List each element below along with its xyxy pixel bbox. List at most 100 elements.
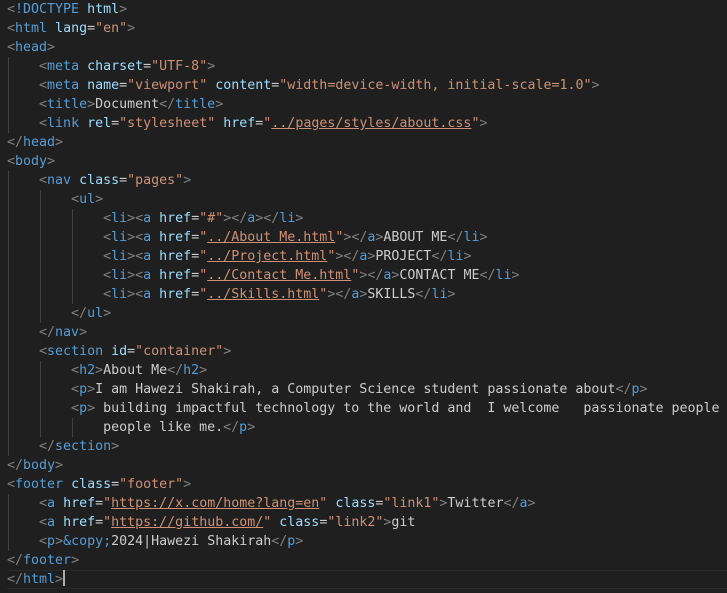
tag-name-token: li [111, 287, 128, 302]
bracket-token: > [479, 230, 488, 245]
bracket-token: ></ [335, 249, 360, 264]
bracket-token: </ [615, 382, 632, 397]
code-line[interactable]: <p>&copy;2024|Hawezi Shakirah</p> [7, 532, 303, 551]
string-token: "#" [199, 211, 224, 226]
code-line-content: <li><a href="../Project.html"></a>PROJEC… [7, 249, 471, 264]
bracket-token: </ [431, 249, 448, 264]
code-line-content: <p>I am Hawezi Shakirah, a Computer Scie… [7, 382, 648, 397]
code-line[interactable]: <link rel="stylesheet" href="../pages/st… [7, 114, 487, 133]
text-token: people like me. [7, 420, 224, 435]
code-line-content: <body> [7, 154, 55, 169]
bracket-token: < [7, 21, 16, 36]
bracket-token: </ [447, 230, 464, 245]
string-token: " [103, 496, 112, 511]
attribute-token: href [63, 515, 96, 530]
code-line[interactable]: <li><a href="../About Me.html"></a>ABOUT… [7, 228, 487, 247]
tag-name-token: p [79, 382, 88, 397]
bracket-token: </ [503, 496, 520, 511]
code-line[interactable]: <body> [7, 152, 55, 171]
bracket-token: > [639, 382, 648, 397]
tag-name-token: footer [15, 477, 64, 492]
string-token: "pages" [127, 173, 184, 188]
tag-name-token: li [111, 268, 128, 283]
tag-name-token: li [447, 249, 464, 264]
code-line[interactable]: </section> [7, 437, 119, 456]
bracket-token: >< [127, 230, 144, 245]
code-line-content: <section id="container"> [7, 344, 231, 359]
code-line[interactable]: people like me.</p> [7, 418, 255, 437]
code-line[interactable]: <meta name="viewport" content="width=dev… [7, 76, 599, 95]
equals-token: = [119, 173, 128, 188]
attribute-token: class [335, 496, 376, 511]
bracket-token: > [183, 173, 192, 188]
code-line[interactable]: <li><a href="#"></a></li> [7, 209, 303, 228]
bracket-token: > [295, 211, 304, 226]
tag-name-token: li [495, 268, 512, 283]
text-token: I am Hawezi Shakirah, a Computer Science… [95, 382, 616, 397]
code-line[interactable]: <li><a href="../Skills.html"></a>SKILLS<… [7, 285, 455, 304]
code-line[interactable]: <nav class="pages"> [7, 171, 191, 190]
code-line[interactable]: <p> building impactful technology to the… [7, 399, 719, 418]
text-token: Document [95, 97, 160, 112]
bracket-token: < [39, 78, 48, 93]
bracket-token: < [7, 477, 16, 492]
code-line[interactable]: </body> [7, 456, 63, 475]
code-line[interactable]: <a href="https://github.com/" class="lin… [7, 513, 415, 532]
entity-token: &copy; [63, 534, 112, 549]
bracket-token: > [447, 287, 456, 302]
string-token: "width=device-width, initial-scale=1.0" [279, 78, 592, 93]
code-line[interactable]: </ul> [7, 304, 111, 323]
bracket-token: </ [7, 572, 24, 587]
tag-name-token: html [15, 21, 48, 36]
link-token: ../About Me.html [207, 230, 336, 245]
code-line[interactable]: <meta charset="UTF-8"> [7, 57, 215, 76]
bracket-token: > [247, 420, 256, 435]
tag-name-token: head [15, 40, 48, 55]
bracket-token: < [7, 2, 16, 17]
equals-token: = [191, 287, 200, 302]
code-line[interactable]: <head> [7, 38, 55, 57]
code-line[interactable]: </html> [7, 570, 727, 589]
bracket-token: > [71, 553, 80, 568]
code-line[interactable]: <a href="https://x.com/home?lang=en" cla… [7, 494, 535, 513]
code-line[interactable]: <html lang="en"> [7, 19, 135, 38]
bracket-token: > [55, 572, 64, 587]
code-line[interactable]: <title>Document</title> [7, 95, 223, 114]
code-line[interactable]: <li><a href="../Project.html"></a>PROJEC… [7, 247, 471, 266]
code-line[interactable]: <ul> [7, 190, 103, 209]
bracket-token: > [511, 268, 520, 283]
code-line-content: </ul> [7, 306, 111, 321]
code-line[interactable]: </footer> [7, 551, 79, 570]
tag-name-token: h2 [79, 363, 96, 378]
code-line[interactable]: <h2>About Me</h2> [7, 361, 207, 380]
attribute-token: class [79, 173, 120, 188]
code-line[interactable]: <footer class="footer"> [7, 475, 191, 494]
equals-token: = [127, 344, 136, 359]
attribute-token: id [111, 344, 128, 359]
code-line[interactable]: </head> [7, 133, 63, 152]
bracket-token: </ [271, 534, 288, 549]
bracket-token: > [47, 40, 56, 55]
code-line[interactable]: </nav> [7, 323, 87, 342]
code-line[interactable]: <p>I am Hawezi Shakirah, a Computer Scie… [7, 380, 648, 399]
code-line[interactable]: <section id="container"> [7, 342, 231, 361]
bracket-token: < [103, 249, 112, 264]
code-editor[interactable]: <!DOCTYPE html> <html lang="en"> <head> <m… [0, 0, 727, 593]
attribute-token: class [279, 515, 320, 530]
code-line[interactable]: <li><a href="../Contact Me.html"></a>CON… [7, 266, 520, 285]
code-line[interactable]: <!DOCTYPE html> [7, 0, 127, 19]
bracket-token: > [87, 401, 96, 416]
